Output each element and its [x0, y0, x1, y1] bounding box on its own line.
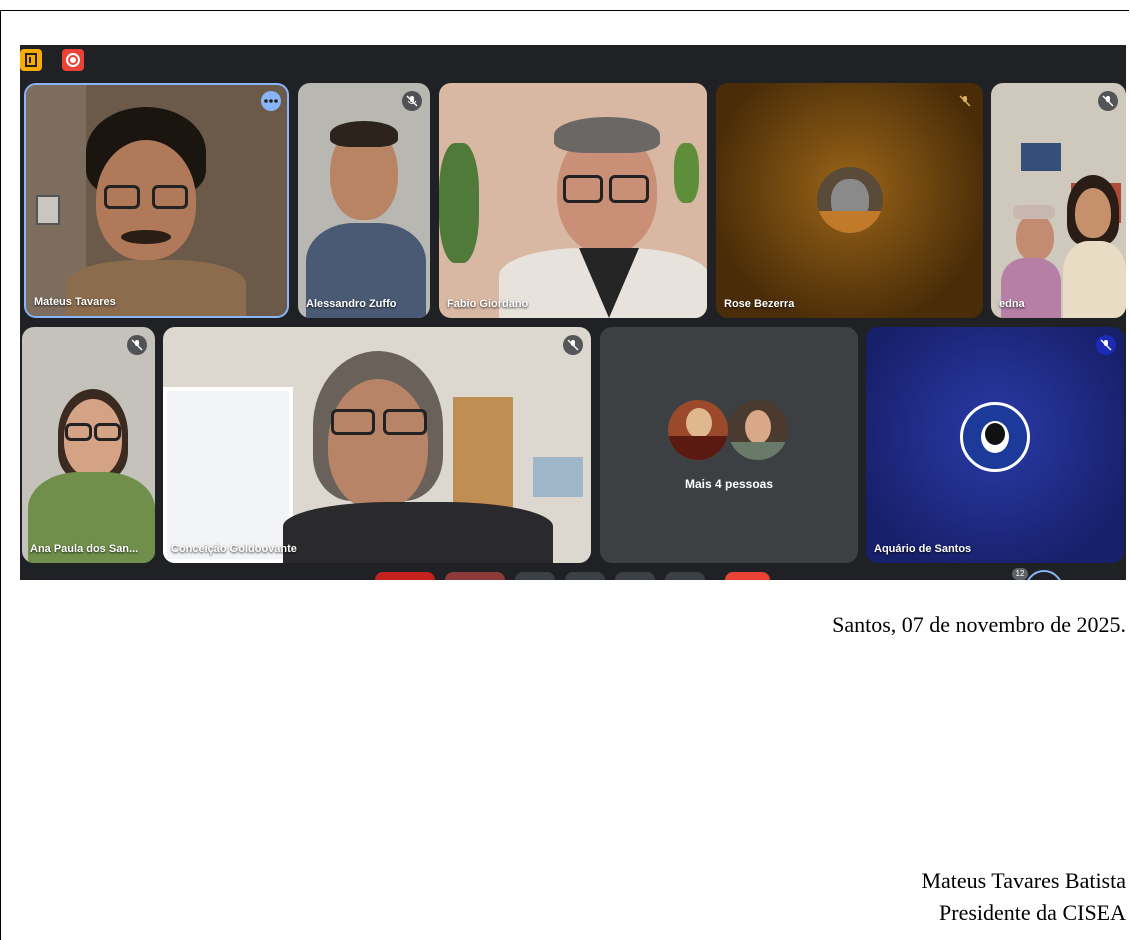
participant-name: Aquário de Santos: [874, 543, 972, 555]
overflow-tile[interactable]: Mais 4 pessoas: [600, 327, 858, 563]
control-button[interactable]: [665, 572, 705, 580]
more-options-icon[interactable]: [261, 91, 281, 111]
video-tile[interactable]: Fabio Giordano: [439, 83, 707, 318]
participant-name: Mateus Tavares: [34, 296, 116, 308]
host-controls-icon[interactable]: [20, 49, 42, 71]
mic-off-icon: [127, 335, 147, 355]
control-button[interactable]: [515, 572, 555, 580]
control-button[interactable]: [565, 572, 605, 580]
video-tile[interactable]: Ana Paula dos San...: [22, 327, 155, 563]
avatar: [817, 167, 883, 233]
date-line: Santos, 07 de novembro de 2025.: [832, 612, 1126, 637]
participant-name: Rose Bezerra: [724, 298, 795, 310]
video-tile[interactable]: Rose Bezerra: [716, 83, 983, 318]
control-button[interactable]: [375, 572, 435, 580]
avatar: [728, 400, 788, 460]
aquario-logo: [960, 402, 1030, 472]
people-button[interactable]: [1025, 570, 1063, 580]
participant-name: Fabio Giordano: [447, 298, 529, 310]
control-button[interactable]: [615, 572, 655, 580]
participant-count-badge: 12: [1012, 568, 1028, 580]
video-tile[interactable]: Conceição Goldoovante: [163, 327, 591, 563]
mic-off-icon: [1096, 335, 1116, 355]
control-button[interactable]: [445, 572, 505, 580]
overflow-label: Mais 4 pessoas: [684, 477, 774, 491]
mic-off-icon: [1098, 91, 1118, 111]
record-icon[interactable]: [62, 49, 84, 71]
avatar: [668, 400, 728, 460]
video-tile[interactable]: Aquário de Santos: [866, 327, 1124, 563]
participant-name: edna: [999, 298, 1025, 310]
video-tile[interactable]: edna: [991, 83, 1126, 318]
video-tile[interactable]: Mateus Tavares: [24, 83, 289, 318]
participant-name: Ana Paula dos San...: [30, 543, 139, 555]
leave-call-button[interactable]: [725, 572, 770, 580]
mic-off-icon: [402, 91, 422, 111]
signature-name: Mateus Tavares Batista: [921, 868, 1126, 893]
participant-name: Alessandro Zuffo: [306, 298, 397, 310]
mic-off-icon: [563, 335, 583, 355]
video-tile[interactable]: Alessandro Zuffo: [298, 83, 430, 318]
participant-name: Conceição Goldoovante: [171, 543, 297, 555]
mic-off-icon: [955, 91, 975, 111]
meet-screenshot: Mateus Tavares Alessandro Zuffo Fabio Gi…: [20, 45, 1126, 580]
signature-role: Presidente da CISEA: [939, 900, 1126, 925]
